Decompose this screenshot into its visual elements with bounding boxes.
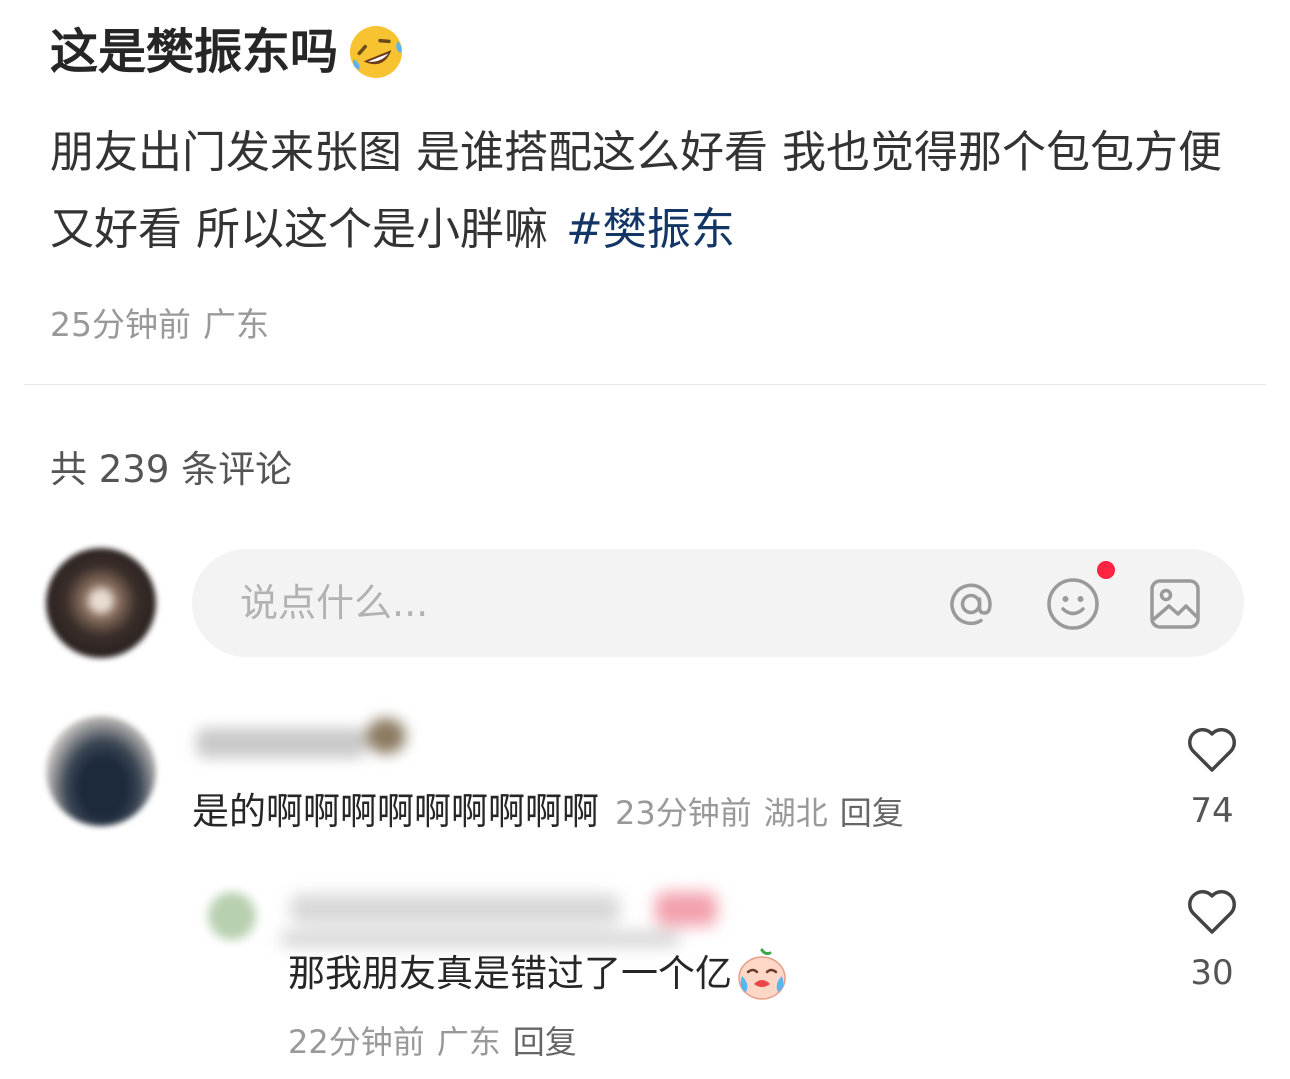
comment-item: 是的啊啊啊啊啊啊啊啊啊 23分钟前 湖北 回复	[192, 786, 904, 845]
current-user-avatar[interactable]	[46, 548, 156, 658]
commenter-avatar[interactable]	[46, 716, 156, 826]
replier-name-redacted	[280, 880, 740, 950]
comment-location: 湖北	[763, 794, 828, 832]
comment-text: 是的啊啊啊啊啊啊啊啊啊	[192, 790, 599, 833]
at-icon[interactable]	[944, 577, 998, 631]
post-location: 广东	[203, 305, 269, 344]
comment-input[interactable]: 说点什么...	[192, 549, 1244, 657]
notification-dot	[1097, 561, 1115, 579]
image-icon[interactable]	[1148, 577, 1202, 631]
rolling-laughing-emoji-icon	[350, 25, 403, 78]
hashtag-link[interactable]: #樊振东	[566, 204, 735, 255]
reply-button[interactable]: 回复	[840, 794, 904, 832]
replier-avatar[interactable]	[208, 892, 256, 940]
post-time: 25分钟前	[50, 305, 191, 344]
emoji-icon[interactable]	[1046, 577, 1100, 631]
reply-comment: 那我朋友真是错过了一个亿	[288, 946, 790, 1002]
commenter-name-redacted	[196, 718, 416, 770]
reply-meta: 22分钟前 广东 回复	[288, 1016, 577, 1074]
post-body: 朋友出门发来张图 是谁搭配这么好看 我也觉得那个包包方便又好看 所以这个是小胖嘛…	[50, 114, 1240, 268]
reply-time: 22分钟前	[288, 1023, 425, 1061]
comment-time: 23分钟前	[615, 794, 752, 832]
post-title: 这是樊振东吗	[50, 20, 406, 84]
like-count: 30	[1190, 953, 1234, 993]
crying-emoji-icon	[738, 948, 786, 1000]
divider	[24, 384, 1266, 385]
post-meta: 25分钟前 广东	[50, 300, 269, 350]
reply-location: 广东	[436, 1023, 501, 1061]
post-title-text: 这是樊振东吗	[50, 24, 339, 80]
reply-text: 那我朋友真是错过了一个亿	[288, 952, 732, 995]
like-count: 74	[1190, 791, 1234, 831]
heart-icon[interactable]	[1185, 886, 1239, 936]
comment-count: 共 239 条评论	[50, 448, 293, 491]
heart-icon[interactable]	[1185, 724, 1239, 774]
reply-button[interactable]: 回复	[513, 1023, 577, 1061]
comment-input-placeholder: 说点什么...	[240, 581, 429, 625]
